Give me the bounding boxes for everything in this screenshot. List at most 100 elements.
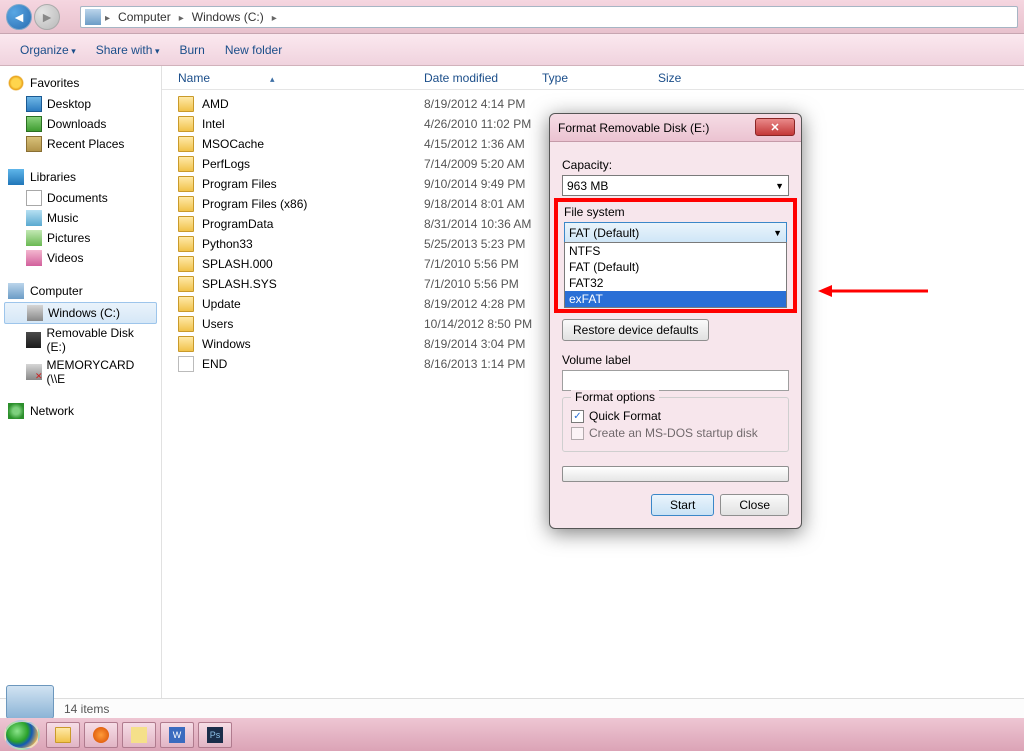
folder-icon: [178, 116, 194, 132]
taskbar-explorer[interactable]: [46, 722, 80, 748]
nav-recent-places[interactable]: Recent Places: [0, 134, 161, 154]
filesystem-select[interactable]: FAT (Default)▼: [564, 222, 787, 243]
memorycard-icon: [26, 364, 42, 380]
nav-documents[interactable]: Documents: [0, 188, 161, 208]
table-row[interactable]: AMD 8/19/2012 4:14 PM: [162, 94, 1024, 114]
filesystem-label: File system: [564, 205, 787, 219]
removable-icon: [26, 332, 41, 348]
close-icon[interactable]: ✕: [755, 118, 795, 136]
file-date: 7/14/2009 5:20 AM: [424, 157, 542, 171]
nav-music[interactable]: Music: [0, 208, 161, 228]
file-date: 5/25/2013 5:23 PM: [424, 237, 542, 251]
file-date: 8/31/2014 10:36 AM: [424, 217, 542, 231]
file-date: 8/19/2012 4:28 PM: [424, 297, 542, 311]
word-icon: W: [169, 727, 185, 743]
file-date: 7/1/2010 5:56 PM: [424, 277, 542, 291]
dialog-titlebar[interactable]: Format Removable Disk (E:) ✕: [550, 114, 801, 142]
fs-option-ntfs[interactable]: NTFS: [565, 243, 786, 259]
col-size[interactable]: Size: [658, 71, 738, 85]
folder-icon: [178, 236, 194, 252]
file-name: PerfLogs: [202, 157, 250, 171]
favorites-header[interactable]: Favorites: [0, 72, 161, 94]
new-folder-button[interactable]: New folder: [215, 39, 292, 61]
checkbox-icon: ✓: [571, 410, 584, 423]
forward-button[interactable]: ►: [34, 4, 60, 30]
file-name: Program Files: [202, 177, 277, 191]
folder-icon: [178, 196, 194, 212]
fs-option-fat[interactable]: FAT (Default): [565, 259, 786, 275]
nav-removable-e[interactable]: Removable Disk (E:): [0, 324, 161, 356]
file-name: SPLASH.000: [202, 257, 273, 271]
fs-option-exfat[interactable]: exFAT: [565, 291, 786, 307]
file-name: Users: [202, 317, 233, 331]
file-name: AMD: [202, 97, 229, 111]
organize-menu[interactable]: Organize: [10, 39, 86, 61]
pictures-icon: [26, 230, 42, 246]
nav-pictures[interactable]: Pictures: [0, 228, 161, 248]
file-date: 9/18/2014 8:01 AM: [424, 197, 542, 211]
crumb-drive[interactable]: Windows (C:): [188, 10, 268, 24]
start-button[interactable]: [4, 720, 40, 750]
nav-desktop[interactable]: Desktop: [0, 94, 161, 114]
quick-format-checkbox[interactable]: ✓Quick Format: [571, 409, 780, 423]
chevron-down-icon: ▼: [773, 228, 782, 238]
photoshop-icon: Ps: [207, 727, 223, 743]
col-type[interactable]: Type: [542, 71, 658, 85]
close-button[interactable]: Close: [720, 494, 789, 516]
file-date: 7/1/2010 5:56 PM: [424, 257, 542, 271]
file-date: 8/19/2012 4:14 PM: [424, 97, 542, 111]
restore-defaults-button[interactable]: Restore device defaults: [562, 319, 709, 341]
libraries-icon: [8, 169, 24, 185]
computer-header[interactable]: Computer: [0, 280, 161, 302]
file-icon: [178, 356, 194, 372]
taskbar-word[interactable]: W: [160, 722, 194, 748]
file-date: 9/10/2014 9:49 PM: [424, 177, 542, 191]
crumb-computer[interactable]: Computer: [114, 10, 175, 24]
file-name: END: [202, 357, 227, 371]
computer-icon: [8, 283, 24, 299]
file-date: 8/19/2014 3:04 PM: [424, 337, 542, 351]
format-options-group: Format options ✓Quick Format Create an M…: [562, 397, 789, 452]
firefox-icon: [93, 727, 109, 743]
checkbox-icon: [571, 427, 584, 440]
network-header[interactable]: Network: [0, 400, 161, 422]
breadcrumb[interactable]: Computer Windows (C:): [80, 6, 1018, 28]
address-bar: ◄ ► Computer Windows (C:): [0, 0, 1024, 34]
star-icon: [8, 75, 24, 91]
nav-videos[interactable]: Videos: [0, 248, 161, 268]
folder-icon: [178, 216, 194, 232]
chevron-down-icon: ▼: [775, 181, 784, 191]
taskbar-firefox[interactable]: [84, 722, 118, 748]
col-name[interactable]: Name▴: [178, 71, 424, 85]
volume-label-input[interactable]: [562, 370, 789, 391]
burn-button[interactable]: Burn: [169, 39, 214, 61]
capacity-label: Capacity:: [562, 158, 789, 172]
progress-bar: [562, 466, 789, 482]
computer-icon: [85, 9, 101, 25]
recent-places-icon: [26, 136, 42, 152]
highlight-annotation: File system FAT (Default)▼ NTFS FAT (Def…: [554, 198, 797, 313]
libraries-header[interactable]: Libraries: [0, 166, 161, 188]
item-count: 14 items: [64, 702, 109, 716]
start-button[interactable]: Start: [651, 494, 714, 516]
file-name: Windows: [202, 337, 251, 351]
msdos-checkbox: Create an MS-DOS startup disk: [571, 426, 780, 440]
fs-option-fat32[interactable]: FAT32: [565, 275, 786, 291]
back-button[interactable]: ◄: [6, 4, 32, 30]
desktop-icon: [26, 96, 42, 112]
videos-icon: [26, 250, 42, 266]
nav-windows-c[interactable]: Windows (C:): [4, 302, 157, 324]
filesystem-dropdown: NTFS FAT (Default) FAT32 exFAT: [564, 242, 787, 308]
nav-memorycard[interactable]: MEMORYCARD (\\E: [0, 356, 161, 388]
folder-icon: [55, 727, 71, 743]
share-menu[interactable]: Share with: [86, 39, 170, 61]
file-name: SPLASH.SYS: [202, 277, 277, 291]
capacity-select[interactable]: 963 MB▼: [562, 175, 789, 196]
taskbar-stickies[interactable]: [122, 722, 156, 748]
folder-icon: [178, 136, 194, 152]
col-date[interactable]: Date modified: [424, 71, 542, 85]
format-options-legend: Format options: [571, 390, 659, 404]
network-icon: [8, 403, 24, 419]
taskbar-photoshop[interactable]: Ps: [198, 722, 232, 748]
nav-downloads[interactable]: Downloads: [0, 114, 161, 134]
